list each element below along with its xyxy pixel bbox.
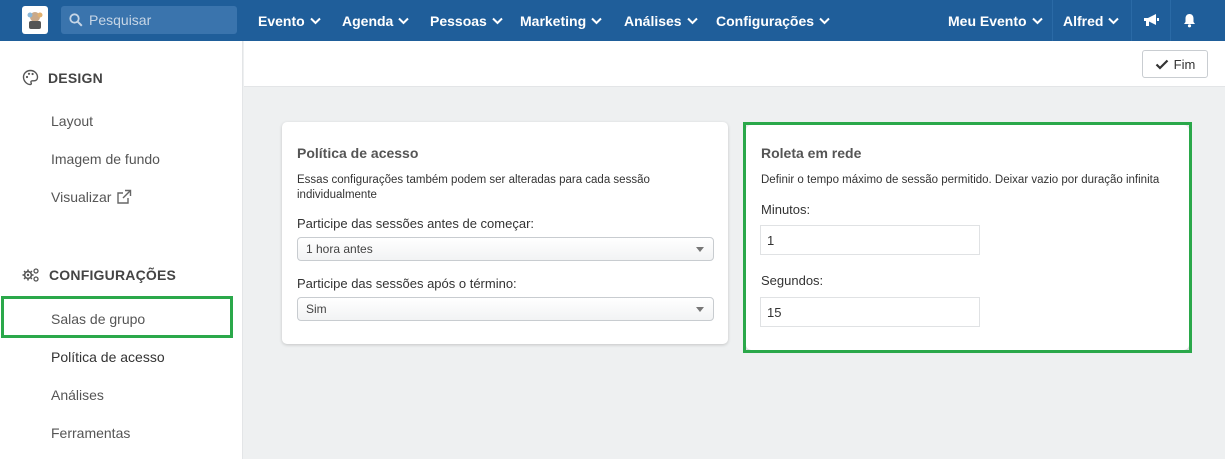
nav-label: Pessoas xyxy=(430,12,487,29)
sidebar-section-design: DESIGN xyxy=(22,69,103,86)
search-box[interactable] xyxy=(61,6,237,34)
section-title: DESIGN xyxy=(48,69,103,86)
sidebar-item-analises[interactable]: Análises xyxy=(51,387,104,403)
chevron-down-icon xyxy=(819,17,830,24)
announcements-button[interactable] xyxy=(1133,0,1169,41)
sidebar-highlight-box xyxy=(1,296,233,338)
chevron-down-icon xyxy=(686,17,698,24)
check-icon xyxy=(1155,59,1168,70)
section-title: CONFIGURAÇÕES xyxy=(49,267,177,283)
nav-divider xyxy=(1131,0,1132,41)
nav-analises[interactable]: Análises xyxy=(624,0,698,41)
content-header xyxy=(244,41,1225,87)
dropdown-arrow-icon xyxy=(696,247,704,252)
access-policy-description: Essas configurações também podem ser alt… xyxy=(297,174,650,201)
sidebar-section-configuracoes: CONFIGURAÇÕES xyxy=(22,267,176,283)
dropdown-arrow-icon xyxy=(696,307,704,312)
nav-label: Marketing xyxy=(520,12,587,29)
notifications-button[interactable] xyxy=(1171,0,1207,41)
access-policy-title: Política de acesso xyxy=(297,145,419,161)
select-value: Sim xyxy=(306,302,327,316)
sidebar-item-visualizar[interactable]: Visualizar xyxy=(51,189,132,205)
sidebar-item-imagem-de-fundo[interactable]: Imagem de fundo xyxy=(51,151,160,167)
roulette-highlight-box xyxy=(743,122,1192,353)
sidebar-item-label: Visualizar xyxy=(51,189,112,205)
nav-label: Alfred xyxy=(1063,12,1104,29)
nav-label: Análises xyxy=(624,12,682,29)
before-session-select[interactable]: 1 hora antes xyxy=(297,237,714,261)
chevron-down-icon xyxy=(309,17,321,24)
chevron-down-icon xyxy=(1108,17,1120,24)
nav-divider xyxy=(1052,0,1053,41)
nav-agenda[interactable]: Agenda xyxy=(342,0,410,41)
palette-icon xyxy=(22,69,39,86)
sidebar-item-layout[interactable]: Layout xyxy=(51,113,93,129)
chevron-down-icon xyxy=(591,17,602,24)
after-session-label: Participe das sessões após o término: xyxy=(297,276,517,291)
nav-label: Configurações xyxy=(716,12,815,29)
nav-user-menu[interactable]: Alfred xyxy=(1063,0,1120,41)
gears-icon xyxy=(22,268,39,282)
megaphone-icon xyxy=(1144,14,1159,26)
done-button[interactable]: Fim xyxy=(1142,50,1208,78)
nav-marketing[interactable]: Marketing xyxy=(520,0,602,41)
nav-meu-evento[interactable]: Meu Evento xyxy=(948,0,1043,41)
search-icon xyxy=(69,13,83,27)
chevron-down-icon xyxy=(492,17,503,24)
external-link-icon xyxy=(117,189,132,204)
nav-label: Evento xyxy=(258,12,305,29)
after-session-select[interactable]: Sim xyxy=(297,297,714,321)
logo-icon xyxy=(27,12,43,29)
nav-configuracoes[interactable]: Configurações xyxy=(716,0,830,41)
nav-evento[interactable]: Evento xyxy=(258,0,321,41)
sidebar xyxy=(0,41,243,459)
done-button-label: Fim xyxy=(1173,56,1196,72)
nav-label: Agenda xyxy=(342,12,394,29)
top-navbar: Evento Agenda Pessoas Marketing Análises… xyxy=(0,0,1225,41)
select-value: 1 hora antes xyxy=(306,242,373,256)
before-session-label: Participe das sessões antes de começar: xyxy=(297,216,535,231)
nav-pessoas[interactable]: Pessoas xyxy=(430,0,503,41)
chevron-down-icon xyxy=(1031,17,1043,24)
nav-label: Meu Evento xyxy=(948,12,1027,29)
sidebar-item-ferramentas[interactable]: Ferramentas xyxy=(51,425,130,441)
bell-icon xyxy=(1183,14,1195,28)
search-input[interactable] xyxy=(89,12,229,28)
sidebar-item-politica-de-acesso[interactable]: Política de acesso xyxy=(51,349,165,365)
app-logo[interactable] xyxy=(22,6,48,34)
chevron-down-icon xyxy=(398,17,410,24)
